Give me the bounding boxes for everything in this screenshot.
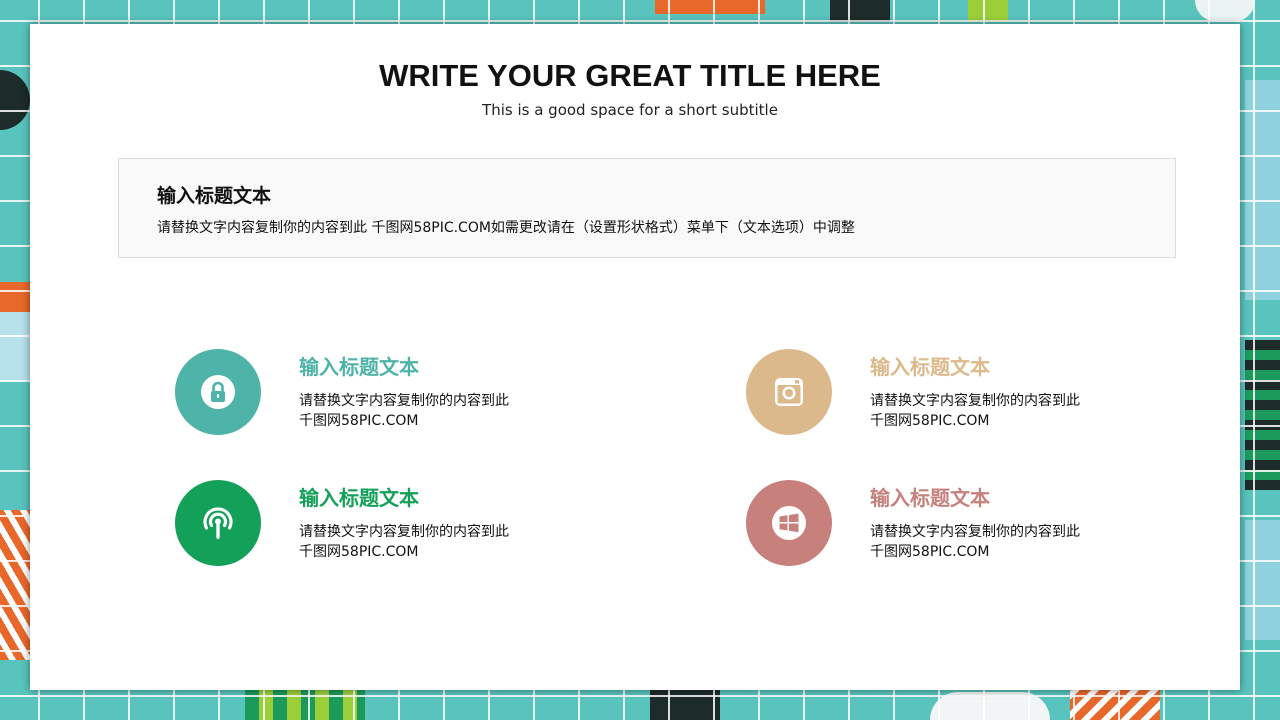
feature-text: 请替换文字内容复制你的内容到此 千图网58PIC.COM [870, 522, 1110, 562]
intro-box: 输入标题文本 请替换文字内容复制你的内容到此 千图网58PIC.COM如需更改请… [118, 158, 1176, 258]
slide-stage: WRITE YOUR GREAT TITLE HERE This is a go… [0, 0, 1280, 720]
feature-text: 请替换文字内容复制你的内容到此 千图网58PIC.COM [870, 391, 1110, 431]
feature-heading: 输入标题文本 [870, 355, 990, 379]
feature-text-line: 千图网58PIC.COM [870, 413, 990, 429]
feature-text-line: 请替换文字内容复制你的内容到此 [870, 393, 1080, 409]
feature-circle [175, 349, 261, 435]
feature-text: 请替换文字内容复制你的内容到此 千图网58PIC.COM [299, 391, 539, 431]
feature-circle [175, 480, 261, 566]
feature-text-line: 请替换文字内容复制你的内容到此 [299, 524, 509, 540]
windows-icon [772, 506, 806, 540]
lock-icon [201, 375, 235, 409]
feature-heading: 输入标题文本 [870, 486, 990, 510]
intro-text: 请替换文字内容复制你的内容到此 千图网58PIC.COM如需更改请在（设置形状格… [157, 220, 855, 236]
feature-circle [746, 480, 832, 566]
feature-heading: 输入标题文本 [299, 355, 419, 379]
intro-heading: 输入标题文本 [157, 185, 272, 207]
page-subtitle: This is a good space for a short subtitl… [482, 101, 778, 119]
feature-text-line: 请替换文字内容复制你的内容到此 [299, 393, 509, 409]
feature-text: 请替换文字内容复制你的内容到此 千图网58PIC.COM [299, 522, 539, 562]
feature-text-line: 千图网58PIC.COM [299, 544, 419, 560]
feature-text-line: 千图网58PIC.COM [299, 413, 419, 429]
feature-text-line: 千图网58PIC.COM [870, 544, 990, 560]
feature-circle [746, 349, 832, 435]
feature-text-line: 请替换文字内容复制你的内容到此 [870, 524, 1080, 540]
instagram-icon [775, 378, 803, 406]
page-title: WRITE YOUR GREAT TITLE HERE [379, 58, 881, 93]
broadcast-icon [203, 507, 233, 539]
feature-heading: 输入标题文本 [299, 486, 419, 510]
